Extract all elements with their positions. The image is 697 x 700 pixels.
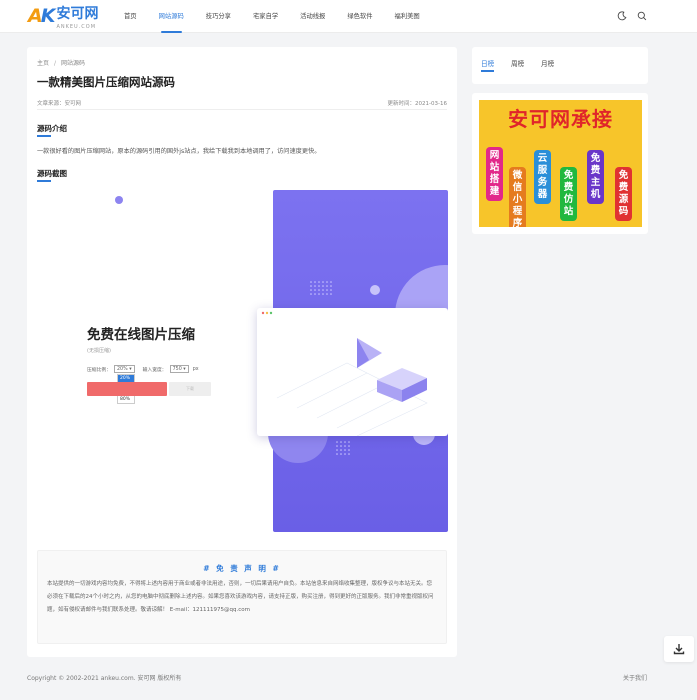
disclaimer-box: # 免 责 声 明 # 本站提供的一切游戏内容均免费，不得将上述内容用于商业或者… [37,550,447,644]
main-nav: 首页 网站源码 技巧分享 宅家自学 活动线报 绿色软件 福利美图 [124,0,442,33]
ad-card: 安可网承接 网站搭建 微信小程序 云服务器 免费仿站 免费主机 免费源码 [472,93,648,234]
nav-item-self-study[interactable]: 宅家自学 [253,0,278,33]
width-input[interactable]: 750 ▾ [169,365,189,373]
article-updated: 更新时间：2021-03-16 [387,101,447,107]
ad-pill-website: 网站搭建 [486,147,503,201]
ratio-select[interactable]: 20% ▾ [114,365,135,373]
disclaimer-text: 本站提供的一切游戏内容均免费，不得将上述内容用于商业或者非法用途，否则，一切后果… [47,581,434,613]
section-heading-intro: 源码介绍 [37,124,67,137]
tab-weekly[interactable]: 周榜 [511,58,524,68]
ad-pill-clone: 免费仿站 [560,167,577,221]
mock-browser-window [257,308,448,437]
site-logo[interactable]: AK 安可网 ANKEU.COM [28,5,99,30]
unit-label: px [192,366,199,372]
ratio-label: 压缩比例： [87,367,111,373]
breadcrumb-separator: / [54,60,57,67]
figure-subtitle: (无损压缩) [87,348,111,354]
source-screenshot: 免费在线图片压缩 (无损压缩) 压缩比例： 20% ▾ 输入宽度： 750 ▾ … [85,190,448,532]
tab-daily[interactable]: 日榜 [481,58,495,72]
download-button[interactable]: 下载 [169,382,211,396]
width-label: 输入宽度： [142,367,167,373]
breadcrumb: 主页 / 网站源码 [37,58,85,67]
intro-text: 一款很好看的图片压缩网站，原本的源码引用的国外js站点，我给下载我到本地调用了，… [37,148,321,155]
nav-item-source-code[interactable]: 网站源码 [159,0,184,33]
upload-button[interactable] [87,382,167,396]
nav-item-software[interactable]: 绿色软件 [347,0,372,33]
figure-controls: 压缩比例： 20% ▾ 输入宽度： 750 ▾ px [87,365,199,373]
page-title: 一款精美图片压缩网站源码 [37,75,175,89]
logo-domain: ANKEU.COM [56,23,97,30]
download-float-button[interactable] [664,636,694,662]
nav-item-gallery[interactable]: 福利美图 [395,0,420,33]
logo-mark: AK [28,5,55,27]
moon-icon[interactable] [617,11,627,21]
copyright-text: Copyright © 2002-2021 ankeu.com. 安可网 版权所… [27,675,182,682]
tab-monthly[interactable]: 月榜 [541,58,554,68]
ad-pill-cloud: 云服务器 [534,150,551,204]
ad-pill-miniprogram: 微信小程序 [509,167,526,227]
figure-title: 免费在线图片压缩 [87,327,195,343]
nav-item-deals[interactable]: 活动线报 [300,0,325,33]
breadcrumb-home[interactable]: 主页 [37,60,49,67]
disclaimer-title: # 免 责 声 明 # [203,564,281,573]
top-header: AK 安可网 ANKEU.COM 首页 网站源码 技巧分享 宅家自学 活动线报 … [0,0,697,33]
ranking-tabs-card: 日榜 周榜 月榜 [472,47,648,84]
nav-item-home[interactable]: 首页 [124,0,137,33]
logo-title: 安可网 [56,5,99,22]
section-heading-screenshot: 源码截图 [37,169,67,182]
download-icon [673,644,685,655]
divider [37,109,447,110]
ratio-option[interactable]: 20% [118,375,134,382]
ad-banner[interactable]: 安可网承接 网站搭建 微信小程序 云服务器 免费仿站 免费主机 免费源码 [479,100,642,227]
nav-item-tips[interactable]: 技巧分享 [206,0,231,33]
ratio-option[interactable]: 80% [118,396,134,403]
article-card: 主页 / 网站源码 一款精美图片压缩网站源码 文章来源：安可网 更新时间：2021-… [27,47,457,657]
breadcrumb-current[interactable]: 网站源码 [61,60,85,67]
article-source: 文章来源：安可网 [37,101,82,107]
isometric-illustration [261,311,428,437]
about-link[interactable]: 关于我们 [623,673,647,682]
search-icon[interactable] [637,11,647,21]
ad-pill-host: 免费主机 [587,150,604,204]
ad-pill-source: 免费源码 [615,167,632,221]
ad-headline: 安可网承接 [508,107,613,131]
